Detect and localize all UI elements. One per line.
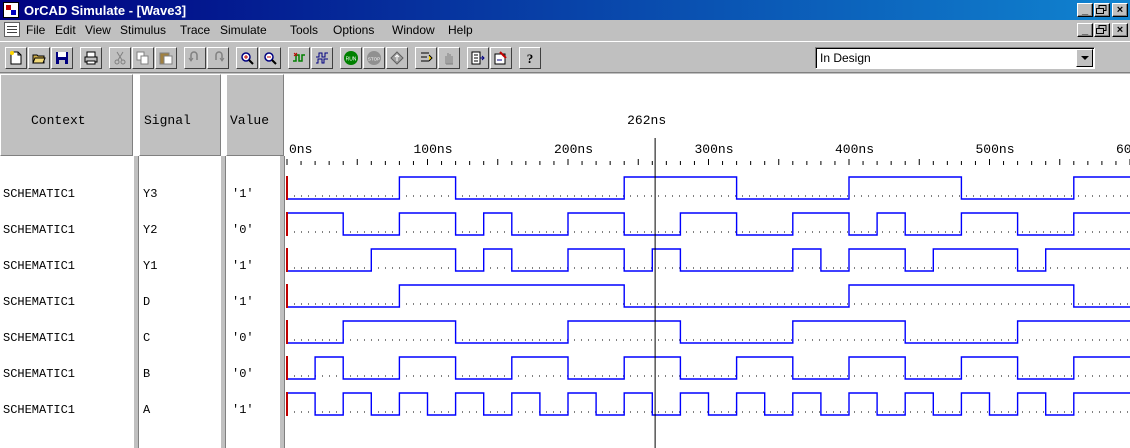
help-icon: ? — [527, 51, 534, 65]
paste-icon — [159, 52, 173, 65]
add-trace-button[interactable] — [288, 47, 310, 69]
menu-bar: File Edit View Stimulus Trace Simulate T… — [0, 20, 1130, 40]
probe-button[interactable] — [415, 47, 437, 69]
chevron-down-icon[interactable] — [1076, 49, 1093, 67]
redo-button[interactable] — [207, 47, 229, 69]
import-icon — [494, 51, 507, 65]
copy-icon — [136, 51, 149, 65]
menu-trace[interactable]: Trace — [180, 23, 210, 37]
time-axis-label: 600ns — [1116, 142, 1130, 157]
export-icon — [471, 51, 485, 65]
document-icon[interactable] — [4, 22, 20, 37]
restore-button[interactable] — [1094, 3, 1110, 17]
hand-button[interactable] — [438, 47, 460, 69]
new-button[interactable] — [5, 47, 27, 69]
close-button[interactable]: × — [1112, 3, 1128, 17]
stop-button[interactable]: STOP — [363, 47, 385, 69]
copy-button[interactable] — [132, 47, 154, 69]
cut-icon — [114, 51, 126, 65]
stop-label: STOP — [368, 57, 380, 62]
time-axis-label: 500ns — [976, 142, 1015, 157]
time-axis: 0ns 100ns 200ns 300ns 400ns 500ns 600ns — [286, 142, 1130, 165]
title-bar: OrCAD Simulate - [Wave3] _ × — [0, 0, 1130, 20]
orcad-app-icon[interactable] — [3, 2, 19, 18]
stop-icon: STOP — [367, 51, 381, 65]
child-close-button[interactable]: × — [1112, 23, 1128, 37]
waveform-button[interactable] — [311, 47, 333, 69]
save-disk-icon — [56, 52, 68, 64]
child-restore-button[interactable] — [1094, 23, 1110, 37]
restore-icon — [1096, 25, 1107, 34]
menu-simulate[interactable]: Simulate — [220, 23, 267, 37]
print-button[interactable] — [80, 47, 102, 69]
step-button[interactable] — [386, 47, 408, 69]
waveform-window: Context Signal Value SCHEMATIC1 Y3'1' SCHE… — [0, 74, 1130, 448]
restore-icon — [1096, 5, 1107, 14]
undo-button[interactable] — [184, 47, 206, 69]
waveform-icon — [316, 52, 328, 64]
menu-edit[interactable]: Edit — [55, 23, 76, 37]
probe-icon — [421, 52, 433, 62]
undo-icon — [188, 51, 198, 62]
window-title: OrCAD Simulate - [Wave3] — [24, 3, 187, 18]
export-button[interactable] — [467, 47, 489, 69]
time-axis-label: 400ns — [835, 142, 874, 157]
add-trace-icon — [293, 52, 305, 62]
time-axis-label: 0ns — [289, 142, 312, 157]
minimize-button[interactable]: _ — [1077, 3, 1093, 17]
menu-stimulus[interactable]: Stimulus — [120, 23, 166, 37]
hand-icon — [445, 53, 453, 65]
zoom-out-icon — [264, 52, 277, 65]
run-button[interactable]: RUN — [340, 47, 362, 69]
menu-tools[interactable]: Tools — [290, 23, 318, 37]
waveform-plot[interactable]: 0ns 100ns 200ns 300ns 400ns 500ns 600ns 262ns — [0, 74, 1130, 448]
menu-options[interactable]: Options — [333, 23, 374, 37]
svg-text:?: ? — [527, 51, 534, 65]
step-icon — [390, 51, 404, 65]
print-icon — [84, 51, 98, 65]
menu-view[interactable]: View — [85, 23, 111, 37]
cut-button[interactable] — [109, 47, 131, 69]
zoom-in-icon — [241, 52, 254, 65]
menu-help[interactable]: Help — [448, 23, 473, 37]
help-button[interactable]: ? — [519, 47, 541, 69]
open-button[interactable] — [28, 47, 50, 69]
menu-file[interactable]: File — [26, 23, 45, 37]
redo-icon — [215, 51, 225, 62]
new-file-icon — [10, 51, 22, 65]
zoom-out-button[interactable] — [259, 47, 281, 69]
design-select[interactable]: In Design — [815, 47, 1095, 69]
toolbar: RUN STOP ? In Design — [0, 41, 1130, 73]
time-axis-label: 100ns — [414, 142, 453, 157]
zoom-in-button[interactable] — [236, 47, 258, 69]
run-icon: RUN — [344, 51, 358, 65]
time-axis-label: 300ns — [695, 142, 734, 157]
save-button[interactable] — [51, 47, 73, 69]
child-minimize-button[interactable]: _ — [1077, 23, 1093, 37]
cursor-time-label: 262ns — [627, 113, 666, 128]
open-folder-icon — [32, 54, 46, 64]
import-button[interactable] — [490, 47, 512, 69]
time-axis-label: 200ns — [554, 142, 593, 157]
run-label: RUN — [346, 57, 357, 63]
design-select-value: In Design — [820, 51, 871, 65]
paste-button[interactable] — [155, 47, 177, 69]
menu-window[interactable]: Window — [392, 23, 435, 37]
